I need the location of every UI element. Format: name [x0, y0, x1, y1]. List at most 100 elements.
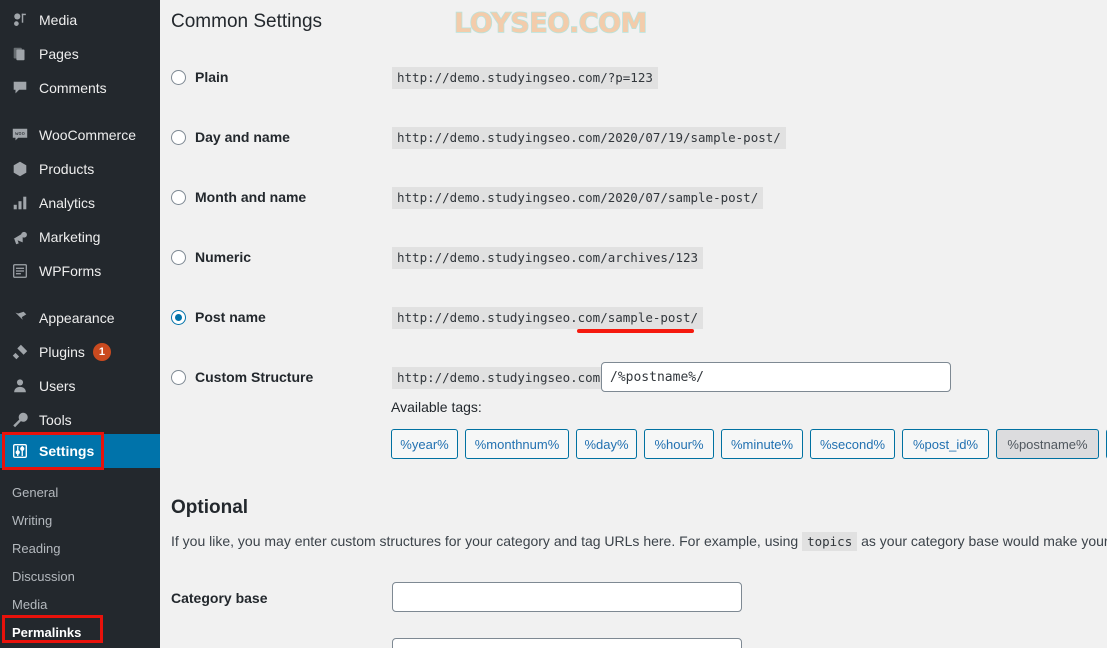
sidebar-item-settings[interactable]: Settings [0, 434, 160, 468]
svg-text:woo: woo [15, 131, 25, 137]
sidebar-item-permalinks[interactable]: Permalinks [0, 618, 160, 646]
sidebar-item-writing[interactable]: Writing [0, 506, 160, 534]
tag-button-year[interactable]: %year% [391, 429, 458, 459]
tag-button-minute[interactable]: %minute% [721, 429, 803, 459]
permalink-example-post-name: http://demo.studyingseo.com/sample-post/ [392, 307, 704, 329]
sidebar-item-pages[interactable]: Pages [0, 37, 160, 71]
permalink-settings-content: Common Settings LOYSEO.COM Plain http://… [160, 0, 1107, 648]
option-label: Custom Structure [195, 369, 314, 385]
sidebar-item-media-settings[interactable]: Media [0, 590, 160, 618]
sidebar-item-label: Settings [39, 443, 95, 459]
radio-month-and-name[interactable] [171, 189, 186, 205]
tag-label: %second% [819, 436, 886, 452]
tag-label: %hour% [654, 436, 704, 452]
optional-desc-code: topics [802, 532, 858, 551]
permalink-example-month-and-name: http://demo.studyingseo.com/2020/07/samp… [392, 187, 764, 209]
page-title: Common Settings [171, 11, 323, 32]
sidebar-item-label: Users [39, 378, 76, 394]
wpforms-icon [10, 261, 30, 281]
sidebar-item-label: Media [39, 12, 78, 28]
optional-desc-before: If you like, you may enter custom struct… [171, 533, 799, 549]
radio-plain[interactable] [171, 69, 186, 85]
radio-custom-structure[interactable] [171, 369, 186, 385]
sidebar-item-media[interactable]: Media [0, 3, 160, 37]
option-label: Month and name [195, 189, 307, 205]
media-icon [10, 10, 30, 30]
tag-button-post-id[interactable]: %post_id% [902, 429, 989, 459]
permalink-example-day-and-name: http://demo.studyingseo.com/2020/07/19/s… [392, 127, 786, 149]
submenu-label: Reading [12, 540, 61, 556]
sidebar-item-products[interactable]: Products [0, 152, 160, 186]
permalink-option-post-name[interactable]: Post name [171, 304, 266, 330]
sidebar-item-label: Appearance [39, 310, 115, 326]
submenu-label: Permalinks [12, 624, 82, 640]
option-label: Plain [195, 69, 229, 85]
sidebar-item-users[interactable]: Users [0, 369, 160, 403]
submenu-label: General [12, 484, 59, 500]
sidebar-item-label: Tools [39, 412, 72, 428]
sidebar-item-comments[interactable]: Comments [0, 71, 160, 105]
sidebar-item-reading[interactable]: Reading [0, 534, 160, 562]
sidebar-item-label: Analytics [39, 195, 96, 211]
custom-structure-input[interactable] [601, 362, 951, 392]
permalink-prefix-custom-structure: http://demo.studyingseo.com [392, 367, 606, 389]
radio-day-and-name[interactable] [171, 129, 186, 145]
sidebar-item-label: Products [39, 161, 95, 177]
permalink-example-numeric: http://demo.studyingseo.com/archives/123 [392, 247, 704, 269]
permalink-option-plain[interactable]: Plain [171, 64, 228, 90]
sidebar-item-wpforms[interactable]: WPForms [0, 254, 160, 288]
option-label: Post name [195, 309, 266, 325]
annotation-underline-post-name [577, 329, 694, 333]
appearance-icon [10, 308, 30, 328]
sidebar-item-general[interactable]: General [0, 478, 160, 506]
permalink-option-month-and-name[interactable]: Month and name [171, 184, 306, 210]
sidebar-item-analytics[interactable]: Analytics [0, 186, 160, 220]
sidebar-item-tools[interactable]: Tools [0, 403, 160, 437]
sidebar-item-discussion[interactable]: Discussion [0, 562, 160, 590]
tag-label: %minute% [730, 436, 794, 452]
optional-section-title: Optional [171, 497, 249, 518]
tag-button-postname[interactable]: %postname% [996, 429, 1099, 459]
tag-button-day[interactable]: %day% [576, 429, 637, 459]
admin-sidebar: Media Pages Comments woo WooCommerce Pro… [0, 0, 160, 648]
plugins-update-badge: 1 [92, 343, 111, 361]
submenu-label: Media [12, 596, 48, 612]
tag-label: %postname% [1007, 436, 1088, 452]
permalink-option-day-and-name[interactable]: Day and name [171, 124, 290, 150]
sidebar-item-woocommerce[interactable]: woo WooCommerce [0, 118, 160, 152]
sidebar-item-label: Marketing [39, 229, 101, 245]
sidebar-item-label: Pages [39, 46, 79, 62]
sidebar-item-appearance[interactable]: Appearance [0, 301, 160, 335]
pages-icon [10, 44, 30, 64]
tag-button-monthnum[interactable]: %monthnum% [465, 429, 569, 459]
sidebar-item-plugins[interactable]: Plugins 1 [0, 335, 160, 369]
permalink-option-numeric[interactable]: Numeric [171, 244, 251, 270]
radio-post-name[interactable] [171, 309, 186, 325]
sidebar-item-label: Comments [39, 80, 107, 96]
category-base-input[interactable] [392, 582, 742, 612]
permalink-option-custom-structure[interactable]: Custom Structure [171, 364, 313, 390]
tag-button-hour[interactable]: %hour% [644, 429, 714, 459]
users-icon [10, 376, 30, 396]
tag-base-input[interactable] [392, 638, 742, 648]
sidebar-item-label: WooCommerce [39, 127, 136, 143]
available-tags-label: Available tags: [391, 399, 482, 415]
tools-icon [10, 410, 30, 430]
sidebar-item-label: Plugins [39, 344, 85, 360]
products-icon [10, 159, 30, 179]
sidebar-item-label: WPForms [39, 263, 102, 279]
settings-icon [10, 441, 30, 461]
sidebar-item-marketing[interactable]: Marketing [0, 220, 160, 254]
tag-label: %day% [584, 436, 629, 452]
tag-label: %year% [400, 436, 449, 452]
option-label: Numeric [195, 249, 252, 265]
radio-numeric[interactable] [171, 249, 186, 265]
tag-button-second[interactable]: %second% [810, 429, 895, 459]
option-label: Day and name [195, 129, 290, 145]
marketing-icon [10, 227, 30, 247]
analytics-icon [10, 193, 30, 213]
tag-label: %monthnum% [474, 436, 560, 452]
wordpress-admin-screen: Media Pages Comments woo WooCommerce Pro… [0, 0, 1107, 648]
submenu-label: Writing [12, 512, 53, 528]
optional-description: If you like, you may enter custom struct… [171, 532, 1107, 551]
